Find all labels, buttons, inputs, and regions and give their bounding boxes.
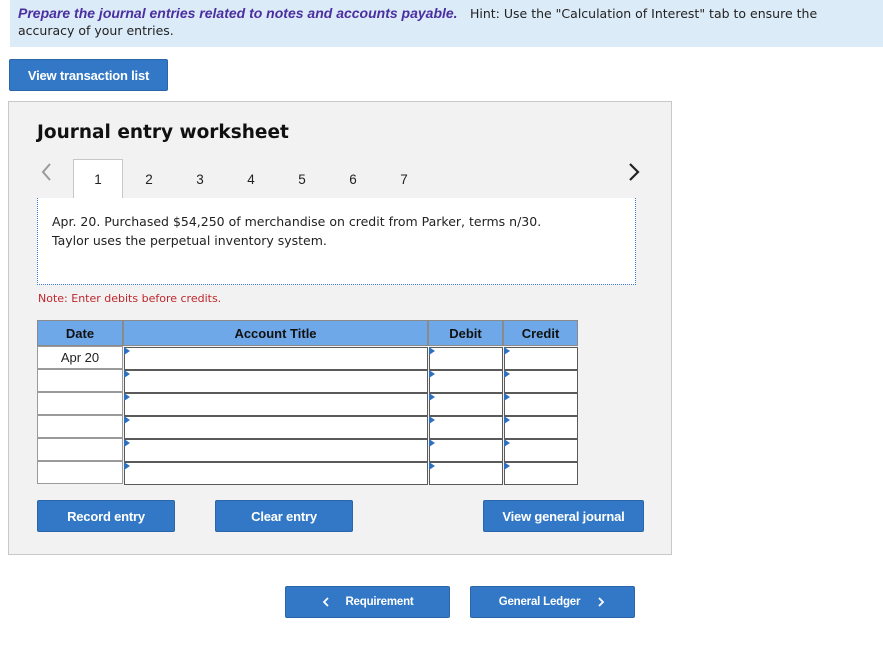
date-cell (37, 438, 123, 461)
tab-label: 4 (247, 171, 255, 187)
requirement-label: Requirement (345, 596, 414, 608)
date-cell: Apr 20 (37, 346, 123, 369)
tab-label: 7 (400, 171, 408, 187)
debit-input[interactable] (429, 416, 503, 439)
dropdown-indicator-icon (429, 462, 435, 470)
chevron-left-icon (323, 597, 330, 607)
journal-entry-worksheet: Journal entry worksheet 1 2 3 4 5 6 7 Ap… (8, 101, 672, 555)
tab-label: 6 (349, 171, 357, 187)
general-ledger-label: General Ledger (498, 596, 581, 608)
credit-input[interactable] (504, 439, 578, 462)
description-line: Taylor uses the perpetual inventory syst… (52, 233, 327, 248)
credit-input[interactable] (504, 393, 578, 416)
credit-input[interactable] (504, 347, 578, 370)
dropdown-indicator-icon (504, 439, 510, 447)
dropdown-indicator-icon (124, 439, 130, 447)
next-arrow-icon[interactable] (626, 161, 642, 183)
debit-input[interactable] (429, 462, 503, 485)
account-title-input[interactable] (124, 416, 428, 439)
dropdown-indicator-icon (504, 416, 510, 424)
clear-entry-button[interactable]: Clear entry (215, 500, 353, 532)
account-title-input[interactable] (124, 347, 428, 370)
dropdown-indicator-icon (124, 416, 130, 424)
dropdown-indicator-icon (429, 416, 435, 424)
debit-input[interactable] (429, 347, 503, 370)
account-title-input[interactable] (124, 393, 428, 416)
account-title-input[interactable] (124, 439, 428, 462)
previous-arrow-icon[interactable] (39, 161, 53, 183)
dropdown-indicator-icon (429, 347, 435, 355)
tab-5[interactable]: 5 (277, 159, 327, 199)
chevron-right-icon (598, 597, 605, 607)
tab-label: 3 (196, 171, 204, 187)
description-line: Apr. 20. Purchased $54,250 of merchandis… (52, 214, 542, 229)
dropdown-indicator-icon (504, 462, 510, 470)
credit-input[interactable] (504, 416, 578, 439)
tab-2[interactable]: 2 (124, 159, 174, 199)
debit-input[interactable] (429, 370, 503, 393)
entry-note: Note: Enter debits before credits. (38, 292, 222, 305)
date-cell (37, 369, 123, 392)
tab-1[interactable]: 1 (73, 159, 123, 199)
dropdown-indicator-icon (124, 462, 130, 470)
dropdown-indicator-icon (504, 393, 510, 401)
column-header-date: Date (37, 320, 123, 346)
credit-input[interactable] (504, 462, 578, 485)
dropdown-indicator-icon (124, 393, 130, 401)
column-header-account-title: Account Title (123, 320, 428, 346)
record-entry-button[interactable]: Record entry (37, 500, 175, 532)
date-cell (37, 392, 123, 415)
tab-label: 2 (145, 171, 153, 187)
dropdown-indicator-icon (124, 347, 130, 355)
worksheet-title: Journal entry worksheet (37, 122, 289, 143)
tab-label: 1 (94, 172, 102, 187)
debit-input[interactable] (429, 393, 503, 416)
tab-4[interactable]: 4 (226, 159, 276, 199)
dropdown-indicator-icon (429, 439, 435, 447)
instruction-banner: Prepare the journal entries related to n… (10, 0, 883, 47)
hint-text: Hint: Use the "Calculation of Interest" … (469, 6, 818, 21)
dropdown-indicator-icon (429, 370, 435, 378)
dropdown-indicator-icon (429, 393, 435, 401)
dropdown-indicator-icon (504, 347, 510, 355)
view-transaction-list-button[interactable]: View transaction list (9, 59, 168, 91)
hint-text-continued: accuracy of your entries. (18, 23, 174, 38)
tab-label: 5 (298, 171, 306, 187)
general-ledger-button[interactable]: General Ledger (470, 586, 635, 618)
requirement-button[interactable]: Requirement (285, 586, 450, 618)
column-header-credit: Credit (503, 320, 578, 346)
tab-7[interactable]: 7 (379, 159, 429, 199)
dropdown-indicator-icon (124, 370, 130, 378)
tab-3[interactable]: 3 (175, 159, 225, 199)
date-cell (37, 415, 123, 438)
transaction-description-box: Apr. 20. Purchased $54,250 of merchandis… (37, 198, 636, 285)
date-cell (37, 461, 123, 484)
account-title-input[interactable] (124, 462, 428, 485)
account-title-input[interactable] (124, 370, 428, 393)
dropdown-indicator-icon (504, 370, 510, 378)
view-general-journal-button[interactable]: View general journal (483, 500, 644, 532)
credit-input[interactable] (504, 370, 578, 393)
instruction-text: Prepare the journal entries related to n… (18, 5, 458, 21)
tab-6[interactable]: 6 (328, 159, 378, 199)
debit-input[interactable] (429, 439, 503, 462)
transaction-description: Apr. 20. Purchased $54,250 of merchandis… (52, 212, 612, 250)
column-header-debit: Debit (428, 320, 503, 346)
